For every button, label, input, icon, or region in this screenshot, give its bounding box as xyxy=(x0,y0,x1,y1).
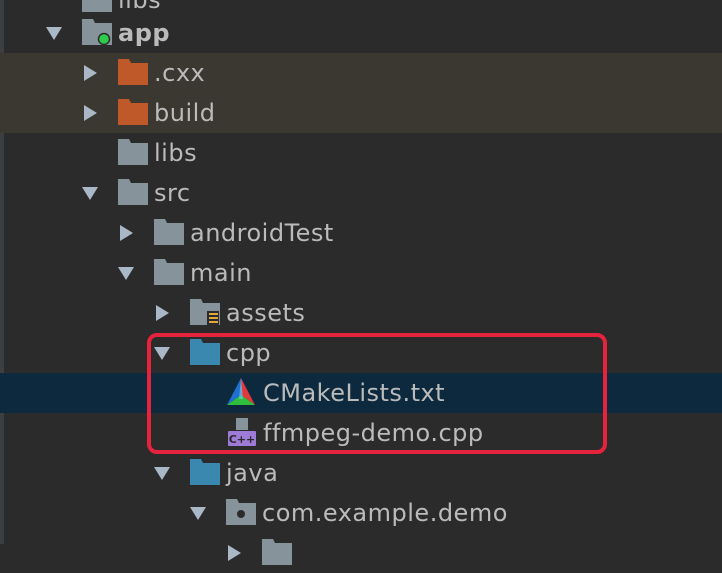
folder-icon xyxy=(262,539,292,565)
tree-row-label: src xyxy=(154,179,191,207)
tree-row-label: cpp xyxy=(226,339,272,367)
tree-row-label: assets xyxy=(226,299,306,327)
folder-icon xyxy=(154,219,184,245)
tree-row-main[interactable]: main xyxy=(0,253,722,293)
excluded-folder-icon xyxy=(118,59,148,85)
cpp-file-icon: C++ xyxy=(228,418,256,446)
svg-text:C++: C++ xyxy=(229,433,256,446)
tree-row-label: ffmpeg-demo.cpp xyxy=(263,419,484,447)
chevron-down-icon[interactable] xyxy=(154,465,170,481)
folder-icon xyxy=(118,139,148,165)
tree-row-label: .cxx xyxy=(154,59,206,87)
chevron-right-icon[interactable] xyxy=(82,65,98,81)
tree-row-label: main xyxy=(190,259,252,287)
folder-icon xyxy=(118,179,148,205)
chevron-right-icon[interactable] xyxy=(154,305,170,321)
folder-icon xyxy=(82,0,112,12)
chevron-right-icon[interactable] xyxy=(82,105,98,121)
tree-row-androidtest[interactable]: androidTest xyxy=(0,213,722,253)
chevron-down-icon[interactable] xyxy=(190,505,206,521)
source-folder-icon xyxy=(190,459,220,485)
tree-row-label: java xyxy=(226,459,279,487)
tree-row-cpp[interactable]: cpp xyxy=(0,333,722,373)
chevron-down-icon[interactable] xyxy=(118,265,134,281)
tree-row-java[interactable]: java xyxy=(0,453,722,493)
tree-row-label: CMakeLists.txt xyxy=(263,379,446,407)
folder-icon xyxy=(154,259,184,285)
tree-row-assets[interactable]: assets xyxy=(0,293,722,333)
tree-row-label: androidTest xyxy=(190,219,334,247)
chevron-down-icon[interactable] xyxy=(46,25,62,41)
tree-row-src[interactable]: src xyxy=(0,173,722,213)
resources-folder-icon xyxy=(190,299,220,325)
chevron-right-icon[interactable] xyxy=(118,225,134,241)
tree-row-label: com.example.demo xyxy=(262,499,508,527)
tree-row-libs[interactable]: libs xyxy=(0,133,722,173)
tree-row-label: build xyxy=(154,99,216,127)
chevron-right-icon[interactable] xyxy=(226,545,242,561)
source-folder-icon xyxy=(190,339,220,365)
excluded-folder-icon xyxy=(118,99,148,125)
tree-row-ffmpeg-demo[interactable]: C++ ffmpeg-demo.cpp xyxy=(0,413,722,453)
package-icon xyxy=(226,499,256,525)
tree-row-package[interactable]: com.example.demo xyxy=(0,493,722,533)
tree-row-build[interactable]: build xyxy=(0,93,722,133)
cmake-icon xyxy=(227,378,255,405)
tree-row-cxx[interactable]: .cxx xyxy=(0,53,722,93)
tree-row-label: app xyxy=(118,19,171,47)
module-folder-icon xyxy=(82,19,112,45)
tree-row-label: libs xyxy=(154,139,198,167)
tree-row-app[interactable]: app xyxy=(0,13,722,53)
tree-row-partial-bottom[interactable] xyxy=(0,533,722,573)
chevron-down-icon[interactable] xyxy=(154,345,170,361)
tree-row-cmakelists[interactable]: CMakeLists.txt xyxy=(0,373,722,413)
chevron-down-icon[interactable] xyxy=(82,185,98,201)
